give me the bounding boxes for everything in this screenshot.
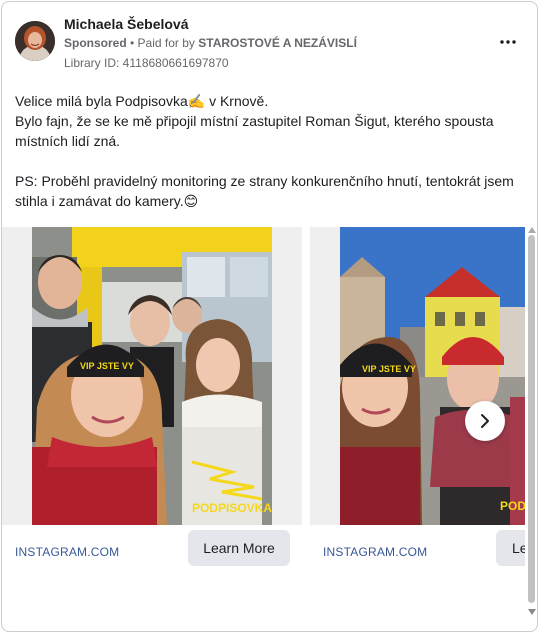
sticker-text: PODPISOVKA	[192, 501, 272, 515]
carousel-next-button[interactable]	[465, 401, 505, 441]
sticker-text: PODP	[500, 499, 525, 513]
carousel-card[interactable]: PODPISOVKA VIP JSTE VY INSTAGRAM.COM Lea…	[2, 227, 302, 579]
post-body: Velice milá byla Podpisovka✍️ v Krnově. …	[15, 91, 515, 211]
author-avatar[interactable]	[15, 21, 55, 61]
learn-more-button[interactable]: Le	[496, 530, 525, 566]
carousel-photo[interactable]: PODPISOVKA VIP JSTE VY	[32, 227, 272, 525]
scroll-up-icon[interactable]	[528, 227, 536, 233]
paid-for-prefix: • Paid for by	[126, 36, 199, 50]
more-options-button[interactable]	[494, 32, 522, 52]
post-text-line-3: PS: Proběhl pravidelný monitoring ze str…	[15, 173, 514, 209]
sponsored-label: Sponsored	[64, 36, 127, 50]
author-name[interactable]: Michaela Šebelová	[64, 16, 189, 32]
link-domain[interactable]: INSTAGRAM.COM	[15, 545, 119, 559]
scroll-down-icon[interactable]	[528, 609, 536, 615]
post-text-line-1: Velice milá byla Podpisovka✍️ v Krnově.	[15, 93, 269, 109]
hat-text: VIP JSTE VY	[80, 361, 134, 371]
learn-more-button[interactable]: Learn More	[188, 530, 290, 566]
post-text-line-2: Bylo fajn, že se ke mě připojil místní z…	[15, 113, 494, 149]
link-domain[interactable]: INSTAGRAM.COM	[323, 545, 427, 559]
more-options-icon	[500, 40, 516, 44]
scrollbar-thumb[interactable]	[528, 235, 535, 603]
hat-text: VIP JSTE VY	[362, 364, 416, 374]
chevron-right-icon	[481, 414, 489, 428]
media-carousel: PODPISOVKA VIP JSTE VY INSTAGRAM.COM Lea…	[2, 227, 525, 579]
carousel-photo[interactable]: VIP JSTE VY PODP	[340, 227, 525, 525]
ad-card: Michaela Šebelová Sponsored • Paid for b…	[1, 1, 538, 632]
library-id: Library ID: 4118680661697870	[64, 56, 229, 70]
scrollbar[interactable]	[526, 227, 537, 620]
paid-for-by-name[interactable]: STAROSTOVÉ A NEZÁVISLÍ	[198, 36, 357, 50]
sponsor-line: Sponsored • Paid for by STAROSTOVÉ A NEZ…	[64, 36, 357, 50]
